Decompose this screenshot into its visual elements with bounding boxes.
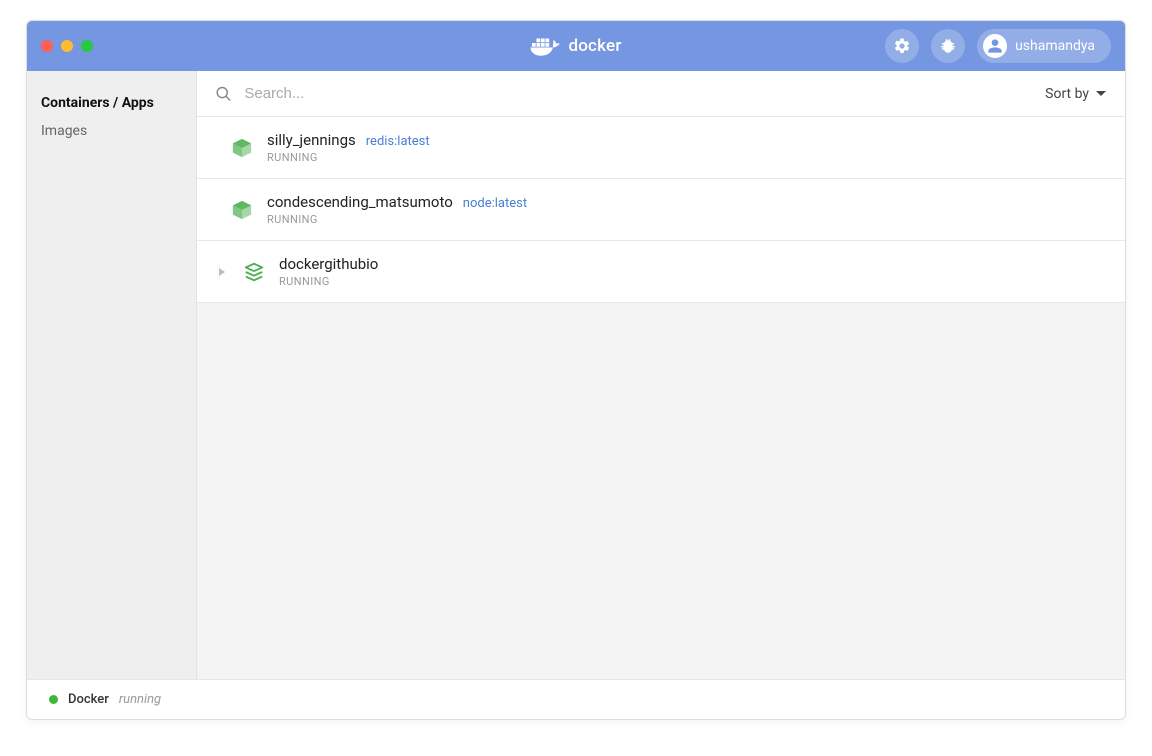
avatar — [983, 34, 1007, 58]
container-info: condescending_matsumoto node:latest RUNN… — [267, 193, 527, 226]
container-name: condescending_matsumoto — [267, 193, 453, 211]
container-image: redis:latest — [366, 134, 430, 149]
header-actions: ushamandya — [885, 29, 1111, 63]
expand-toggle[interactable] — [215, 265, 229, 279]
container-row[interactable]: condescending_matsumoto node:latest RUNN… — [197, 179, 1125, 241]
docker-whale-icon — [530, 35, 560, 57]
status-indicator-icon — [49, 695, 58, 704]
chevron-right-icon — [218, 268, 226, 276]
sidebar-item-label: Containers / Apps — [41, 95, 154, 111]
sort-by-dropdown[interactable]: Sort by — [1045, 86, 1107, 102]
brand: docker — [530, 35, 621, 57]
stack-info: dockergithubio RUNNING — [279, 255, 378, 288]
bug-icon — [939, 37, 957, 55]
person-icon — [987, 38, 1003, 54]
container-icon — [231, 137, 253, 159]
user-name: ushamandya — [1015, 38, 1095, 54]
close-window-button[interactable] — [41, 40, 53, 52]
stack-status: RUNNING — [279, 275, 378, 288]
troubleshoot-button[interactable] — [931, 29, 965, 63]
container-info: silly_jennings redis:latest RUNNING — [267, 131, 430, 164]
settings-button[interactable] — [885, 29, 919, 63]
container-status: RUNNING — [267, 151, 430, 164]
sidebar-item-label: Images — [41, 123, 87, 139]
footer-app-name: Docker — [68, 692, 109, 707]
sidebar-item-images[interactable]: Images — [41, 117, 182, 145]
minimize-window-button[interactable] — [61, 40, 73, 52]
maximize-window-button[interactable] — [81, 40, 93, 52]
toolbar: Sort by — [197, 71, 1125, 117]
stack-name: dockergithubio — [279, 255, 378, 273]
stack-icon — [243, 261, 265, 283]
stack-row[interactable]: dockergithubio RUNNING — [197, 241, 1125, 303]
sidebar-item-containers[interactable]: Containers / Apps — [41, 89, 182, 117]
body: Containers / Apps Images Sort by — [27, 71, 1125, 679]
container-status: RUNNING — [267, 213, 527, 226]
titlebar: docker ushamandya — [27, 21, 1125, 71]
container-row[interactable]: silly_jennings redis:latest RUNNING — [197, 117, 1125, 179]
user-menu[interactable]: ushamandya — [977, 29, 1111, 63]
container-image: node:latest — [463, 196, 527, 211]
sort-by-label: Sort by — [1045, 86, 1089, 102]
chevron-down-icon — [1095, 88, 1107, 100]
container-icon — [231, 199, 253, 221]
gear-icon — [893, 37, 911, 55]
app-window: docker ushamandya Containers / Apps — [26, 20, 1126, 720]
search-input[interactable] — [244, 85, 1045, 102]
search-icon — [215, 85, 232, 103]
container-name: silly_jennings — [267, 131, 356, 149]
search — [215, 85, 1045, 103]
brand-name: docker — [568, 36, 621, 56]
window-controls — [41, 40, 93, 52]
footer: Docker running — [27, 679, 1125, 719]
container-list: silly_jennings redis:latest RUNNING cond… — [197, 117, 1125, 303]
sidebar: Containers / Apps Images — [27, 71, 197, 679]
footer-status: running — [119, 692, 161, 707]
main: Sort by silly_jennings redis:latest RUNN… — [197, 71, 1125, 679]
